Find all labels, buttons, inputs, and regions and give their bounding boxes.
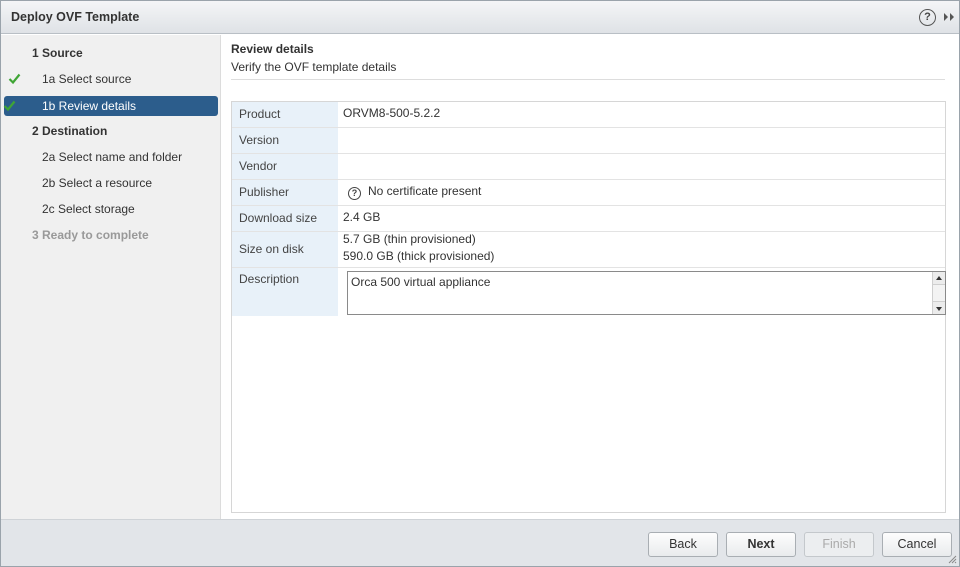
value-product: ORVM8-500-5.2.2 — [343, 106, 441, 120]
page-subtitle: Verify the OVF template details — [231, 60, 397, 74]
step-label: 1b Review details — [42, 99, 137, 113]
key-vendor: Vendor — [232, 154, 338, 179]
dialog-title: Deploy OVF Template — [11, 10, 140, 24]
step-select-name-folder[interactable]: 2a Select name and folder — [1, 147, 218, 167]
description-textarea[interactable]: Orca 500 virtual appliance — [347, 271, 946, 315]
cancel-button[interactable]: Cancel — [882, 532, 952, 557]
value-thick-provisioned: 590.0 GB (thick provisioned) — [343, 249, 495, 263]
dialog-footer: Back Next Finish Cancel — [1, 519, 959, 566]
step-destination: 2 Destination — [1, 121, 218, 141]
step-label: 2b Select a resource — [42, 176, 153, 190]
key-size-on-disk: Size on disk — [232, 232, 338, 267]
help-icon[interactable]: ? — [919, 9, 936, 26]
key-publisher: Publisher — [232, 180, 338, 205]
arrow-up-icon — [936, 276, 942, 280]
row-size-on-disk: Size on disk 5.7 GB (thin provisioned) 5… — [232, 232, 945, 268]
step-label: 2a Select name and folder — [42, 150, 183, 164]
step-review-details[interactable]: 1b Review details — [3, 96, 218, 116]
scroll-up-button[interactable] — [933, 272, 945, 285]
row-vendor: Vendor — [232, 154, 945, 180]
value-download-size: 2.4 GB — [343, 210, 381, 224]
value-cell: 5.7 GB (thin provisioned) 590.0 GB (thic… — [343, 232, 945, 267]
step-select-storage[interactable]: 2c Select storage — [1, 199, 218, 219]
value-publisher: No certificate present — [368, 184, 482, 198]
deploy-ovf-dialog: Deploy OVF Template ? 1 Source 1a Select… — [0, 0, 960, 567]
header-divider — [231, 79, 945, 80]
value-cell: Orca 500 virtual appliance — [343, 268, 946, 316]
details-table: Product ORVM8-500-5.2.2 Version Vendor P… — [231, 101, 946, 513]
step-label: 2 Destination — [32, 124, 108, 138]
value-cell: ? No certificate present — [343, 180, 945, 205]
row-version: Version — [232, 128, 945, 154]
arrow-down-icon — [936, 307, 942, 311]
wizard-steps-sidebar: 1 Source 1a Select source 1b Review deta… — [1, 35, 221, 519]
key-version: Version — [232, 128, 338, 153]
key-download-size: Download size — [232, 206, 338, 231]
step-ready-to-complete: 3 Ready to complete — [1, 225, 218, 245]
scroll-down-button[interactable] — [933, 301, 945, 314]
step-select-resource[interactable]: 2b Select a resource — [1, 173, 218, 193]
value-cell: ORVM8-500-5.2.2 — [343, 102, 945, 127]
checkmark-icon — [8, 73, 21, 85]
row-description: Description Orca 500 virtual appliance — [232, 268, 946, 316]
question-circle-icon[interactable]: ? — [348, 187, 361, 200]
back-button[interactable]: Back — [648, 532, 718, 557]
key-product: Product — [232, 102, 338, 127]
value-cell — [343, 128, 945, 153]
value-thin-provisioned: 5.7 GB (thin provisioned) — [343, 232, 476, 246]
description-scrollbar[interactable] — [932, 272, 945, 314]
step-source: 1 Source — [1, 43, 218, 63]
finish-button: Finish — [804, 532, 874, 557]
row-product: Product ORVM8-500-5.2.2 — [232, 102, 945, 128]
main-content: Review details Verify the OVF template d… — [221, 35, 959, 519]
step-label: 1 Source — [32, 46, 83, 60]
title-bar: Deploy OVF Template ? — [1, 1, 959, 34]
step-label: 1a Select source — [42, 72, 132, 86]
checkmark-icon — [3, 100, 16, 112]
step-label: 2c Select storage — [42, 202, 135, 216]
description-text: Orca 500 virtual appliance — [351, 275, 491, 289]
value-cell: 2.4 GB — [343, 206, 945, 231]
step-label: 3 Ready to complete — [32, 228, 149, 242]
page-title: Review details — [231, 42, 314, 56]
step-select-source[interactable]: 1a Select source — [1, 69, 218, 89]
next-button[interactable]: Next — [726, 532, 796, 557]
value-cell — [343, 154, 945, 179]
row-publisher: Publisher ? No certificate present — [232, 180, 945, 206]
row-download-size: Download size 2.4 GB — [232, 206, 945, 232]
key-description: Description — [232, 268, 338, 316]
resize-grip-icon[interactable] — [947, 554, 957, 564]
double-chevron-right-icon[interactable] — [942, 10, 956, 24]
